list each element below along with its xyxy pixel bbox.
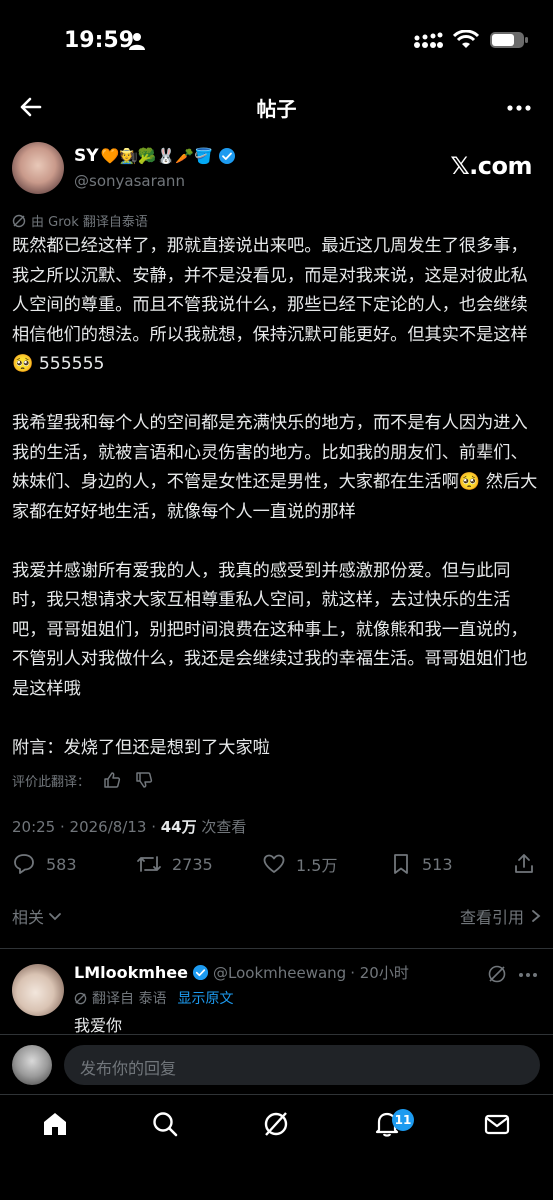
post-paragraph: 我希望我和每个人的空间都是充满快乐的地方，而不是有人因为进入我的生活，就被言语和… (12, 413, 538, 522)
author-avatar[interactable] (12, 142, 64, 194)
reply-author-name: LMlookmhee (74, 963, 188, 982)
share-button[interactable] (512, 852, 536, 876)
status-time: 19:59 (64, 28, 135, 53)
grok-icon (12, 214, 26, 227)
translation-note-text: 由 Grok 翻译自泰语 (31, 215, 148, 230)
reply-count: 583 (46, 854, 77, 874)
reply-button[interactable]: 583 (12, 852, 77, 876)
author-name-emoji: 🧡🧑‍🌾🥦🐰🥕🪣 (100, 147, 213, 165)
rate-translation-row: 评价此翻译： (12, 770, 154, 790)
post-meta: 20:25 · 2026/8/13 · 44万 次查看 (12, 816, 246, 837)
post-body: 既然都已经这样了，那就直接说出来吧。最近这几周发生了很多事，我之所以沉默、安静，… (12, 232, 542, 763)
show-original-link[interactable]: 显示原文 (177, 988, 233, 1008)
reply-icon (14, 854, 34, 874)
grok-icon (74, 992, 87, 1004)
rate-translation-label: 评价此翻译： (12, 774, 91, 790)
author-handle[interactable]: @sonyasarann (74, 172, 185, 190)
search-icon[interactable] (150, 1109, 180, 1139)
view-quotes-link[interactable]: 查看引用 (460, 904, 542, 928)
more-options-icon[interactable] (505, 94, 533, 122)
grok-icon[interactable] (487, 964, 507, 984)
repost-count: 2735 (172, 854, 213, 874)
page-title: 帖子 (256, 97, 297, 121)
focus-person-icon (129, 33, 145, 50)
top-bar: 帖子 (0, 80, 553, 134)
reply-input[interactable]: 发布你的回复 (64, 1045, 540, 1085)
like-button[interactable]: 1.5万 (262, 852, 337, 876)
thumbs-up-icon[interactable] (102, 770, 122, 790)
reply-composer: 发布你的回复 (0, 1034, 553, 1094)
grok-icon[interactable] (261, 1109, 291, 1139)
heart-icon (263, 854, 285, 873)
home-icon[interactable] (40, 1109, 70, 1139)
reply-text: 我爱你 (74, 1016, 123, 1035)
bookmark-button[interactable]: 513 (390, 852, 453, 876)
x-brand-logo: 𝕏.com (450, 152, 532, 180)
messages-icon[interactable] (482, 1109, 512, 1139)
reply-translation-row: 翻译自 泰语 显示原文 (74, 988, 233, 1008)
post-paragraph: 既然都已经这样了，那就直接说出来吧。最近这几周发生了很多事，我之所以沉默、安静，… (12, 236, 528, 374)
more-options-icon[interactable] (517, 964, 539, 986)
related-label: 相关 (12, 908, 45, 927)
like-count: 1.5万 (296, 856, 338, 875)
share-icon (515, 854, 533, 873)
verified-badge-icon (218, 148, 235, 164)
cellular-signal-icon (414, 32, 443, 48)
post-timestamp: 20:25 · 2026/8/13 · (12, 818, 161, 836)
author-name: SY (74, 146, 99, 166)
bookmark-count: 513 (422, 854, 453, 874)
post-paragraph: 我爱并感谢所有爱我的人，我真的感受到并感激那份爱。但与此同时，我只想请求大家互相… (12, 560, 528, 699)
my-avatar (12, 1045, 52, 1085)
reply-time: · 20小时 (350, 964, 409, 982)
reply-author-row[interactable]: LMlookmhee @Lookmheewang · 20小时 (74, 962, 409, 983)
view-count[interactable]: 44万 (161, 818, 197, 836)
post-author: SY 🧡🧑‍🌾🥦🐰🥕🪣 @sonyasarann 𝕏.com (12, 142, 542, 198)
reply-item[interactable]: LMlookmhee @Lookmheewang · 20小时 翻译自 泰语 显… (0, 950, 553, 1036)
verified-badge-icon (192, 964, 209, 981)
status-indicators (413, 30, 529, 50)
repost-button[interactable]: 2735 (136, 852, 213, 876)
view-quotes-label: 查看引用 (459, 908, 524, 927)
chevron-right-icon (532, 910, 541, 922)
bookmark-icon (394, 854, 408, 874)
battery-icon (490, 32, 528, 48)
author-name-row[interactable]: SY 🧡🧑‍🌾🥦🐰🥕🪣 (74, 146, 236, 166)
wifi-icon (453, 30, 479, 48)
reply-author-handle: @Lookmheewang (213, 963, 347, 982)
post-paragraph: 附言：发烧了但还是想到了大家啦 (12, 737, 270, 758)
post-actions: 583 2735 1.5万 513 (12, 852, 542, 886)
divider (0, 948, 553, 949)
related-toggle[interactable]: 相关 (12, 904, 62, 928)
chevron-down-icon (49, 913, 61, 921)
bottom-tab-bar: 11 (0, 1094, 553, 1200)
repost-icon (137, 856, 161, 872)
view-label: 次查看 (196, 818, 247, 836)
thumbs-down-icon[interactable] (134, 770, 154, 790)
reply-avatar[interactable] (12, 964, 64, 1016)
related-row: 相关 查看引用 (12, 904, 542, 932)
status-bar: 19:59 (0, 0, 553, 80)
reply-translation-note: 翻译自 泰语 (92, 991, 167, 1007)
notifications-badge: 11 (392, 1109, 414, 1131)
translation-note: 由 Grok 翻译自泰语 (12, 211, 148, 230)
